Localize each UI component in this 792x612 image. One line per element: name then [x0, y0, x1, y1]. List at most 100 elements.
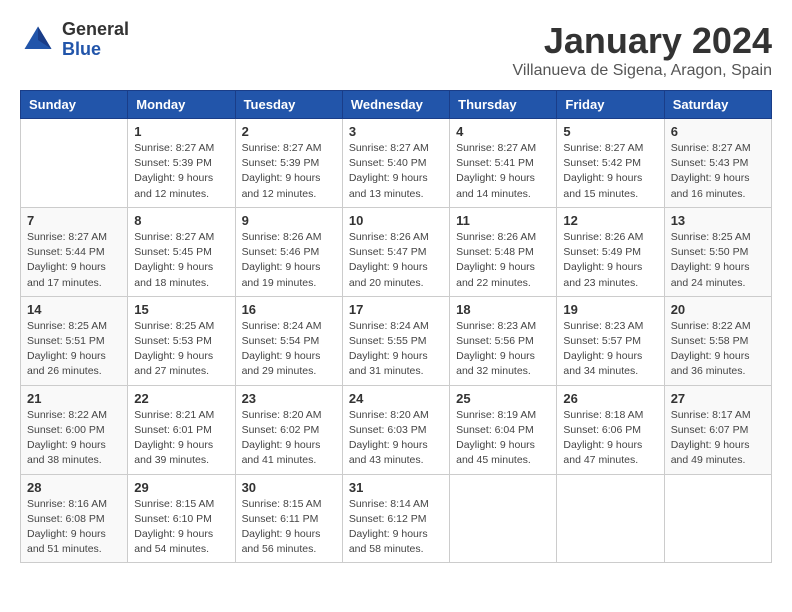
calendar-cell-w1-d4: 3 Sunrise: 8:27 AMSunset: 5:40 PMDaylight…: [342, 119, 449, 208]
day-number: 18: [456, 302, 550, 317]
logo-blue-text: Blue: [62, 40, 129, 60]
day-number: 31: [349, 480, 443, 495]
day-info: Sunrise: 8:23 AMSunset: 5:56 PMDaylight:…: [456, 319, 550, 380]
day-number: 15: [134, 302, 228, 317]
day-info: Sunrise: 8:27 AMSunset: 5:43 PMDaylight:…: [671, 141, 765, 202]
day-number: 25: [456, 391, 550, 406]
calendar-cell-w5-d4: 31Sunrise: 8:14 AMSunset: 6:12 PMDayligh…: [342, 474, 449, 563]
day-info: Sunrise: 8:24 AMSunset: 5:54 PMDaylight:…: [242, 319, 336, 380]
calendar-cell-w1-d3: 2 Sunrise: 8:27 AMSunset: 5:39 PMDaylight…: [235, 119, 342, 208]
logo-text: General Blue: [62, 20, 129, 60]
day-info: Sunrise: 8:27 AMSunset: 5:44 PMDaylight:…: [27, 230, 121, 291]
calendar-cell-w2-d4: 10Sunrise: 8:26 AMSunset: 5:47 PMDayligh…: [342, 207, 449, 296]
calendar-cell-w1-d5: 4Sunrise: 8:27 AMSunset: 5:41 PMDaylight…: [450, 119, 557, 208]
header-wednesday: Wednesday: [342, 91, 449, 119]
day-info: Sunrise: 8:21 AMSunset: 6:01 PMDaylight:…: [134, 408, 228, 469]
day-number: 1: [134, 124, 228, 139]
day-info: Sunrise: 8:18 AMSunset: 6:06 PMDaylight:…: [563, 408, 657, 469]
day-info: Sunrise: 8:27 AMSunset: 5:39 PMDaylight:…: [134, 141, 228, 202]
day-info: Sunrise: 8:20 AMSunset: 6:03 PMDaylight:…: [349, 408, 443, 469]
day-info: Sunrise: 8:27 AMSunset: 5:39 PMDaylight:…: [242, 141, 336, 202]
day-number: 16: [242, 302, 336, 317]
day-number: 26: [563, 391, 657, 406]
day-number: 10: [349, 213, 443, 228]
calendar-cell-w3-d5: 18 Sunrise: 8:23 AMSunset: 5:56 PMDayligh…: [450, 296, 557, 385]
calendar-cell-w3-d2: 15 Sunrise: 8:25 AMSunset: 5:53 PMDayligh…: [128, 296, 235, 385]
day-info: Sunrise: 8:27 AMSunset: 5:42 PMDaylight:…: [563, 141, 657, 202]
header-friday: Friday: [557, 91, 664, 119]
day-number: 19: [563, 302, 657, 317]
day-info: Sunrise: 8:24 AMSunset: 5:55 PMDaylight:…: [349, 319, 443, 380]
weekday-header-row: Sunday Monday Tuesday Wednesday Thursday…: [21, 91, 772, 119]
day-number: 28: [27, 480, 121, 495]
calendar-cell-w4-d6: 26 Sunrise: 8:18 AMSunset: 6:06 PMDayligh…: [557, 385, 664, 474]
calendar-cell-w4-d7: 27 Sunrise: 8:17 AMSunset: 6:07 PMDayligh…: [664, 385, 771, 474]
day-info: Sunrise: 8:22 AMSunset: 5:58 PMDaylight:…: [671, 319, 765, 380]
calendar-cell-w1-d7: 6 Sunrise: 8:27 AMSunset: 5:43 PMDaylight…: [664, 119, 771, 208]
calendar-cell-w4-d1: 21Sunrise: 8:22 AMSunset: 6:00 PMDayligh…: [21, 385, 128, 474]
calendar-cell-w2-d5: 11 Sunrise: 8:26 AMSunset: 5:48 PMDayligh…: [450, 207, 557, 296]
day-info: Sunrise: 8:20 AMSunset: 6:02 PMDaylight:…: [242, 408, 336, 469]
day-number: 8: [134, 213, 228, 228]
day-number: 2: [242, 124, 336, 139]
day-number: 3: [349, 124, 443, 139]
header: General Blue January 2024 Villanueva de …: [20, 20, 772, 80]
calendar-cell-w3-d4: 17 Sunrise: 8:24 AMSunset: 5:55 PMDayligh…: [342, 296, 449, 385]
day-info: Sunrise: 8:27 AMSunset: 5:40 PMDaylight:…: [349, 141, 443, 202]
day-info: Sunrise: 8:17 AMSunset: 6:07 PMDaylight:…: [671, 408, 765, 469]
day-number: 27: [671, 391, 765, 406]
day-number: 23: [242, 391, 336, 406]
day-info: Sunrise: 8:25 AMSunset: 5:50 PMDaylight:…: [671, 230, 765, 291]
day-number: 9: [242, 213, 336, 228]
calendar-cell-w4-d5: 25 Sunrise: 8:19 AMSunset: 6:04 PMDayligh…: [450, 385, 557, 474]
calendar-cell-w5-d5: [450, 474, 557, 563]
calendar-cell-w1-d2: 1 Sunrise: 8:27 AMSunset: 5:39 PMDaylight…: [128, 119, 235, 208]
day-info: Sunrise: 8:19 AMSunset: 6:04 PMDaylight:…: [456, 408, 550, 469]
day-number: 11: [456, 213, 550, 228]
calendar-cell-w4-d4: 24 Sunrise: 8:20 AMSunset: 6:03 PMDayligh…: [342, 385, 449, 474]
calendar-cell-w2-d6: 12 Sunrise: 8:26 AMSunset: 5:49 PMDayligh…: [557, 207, 664, 296]
day-info: Sunrise: 8:26 AMSunset: 5:48 PMDaylight:…: [456, 230, 550, 291]
logo: General Blue: [20, 20, 129, 60]
header-saturday: Saturday: [664, 91, 771, 119]
calendar-cell-w3-d6: 19 Sunrise: 8:23 AMSunset: 5:57 PMDayligh…: [557, 296, 664, 385]
day-number: 17: [349, 302, 443, 317]
day-info: Sunrise: 8:23 AMSunset: 5:57 PMDaylight:…: [563, 319, 657, 380]
day-info: Sunrise: 8:26 AMSunset: 5:49 PMDaylight:…: [563, 230, 657, 291]
header-thursday: Thursday: [450, 91, 557, 119]
day-info: Sunrise: 8:26 AMSunset: 5:46 PMDaylight:…: [242, 230, 336, 291]
calendar-cell-w2-d3: 9 Sunrise: 8:26 AMSunset: 5:46 PMDaylight…: [235, 207, 342, 296]
calendar-cell-w5-d7: [664, 474, 771, 563]
calendar-cell-w3-d1: 14 Sunrise: 8:25 AMSunset: 5:51 PMDayligh…: [21, 296, 128, 385]
day-number: 13: [671, 213, 765, 228]
day-info: Sunrise: 8:15 AMSunset: 6:10 PMDaylight:…: [134, 497, 228, 558]
day-number: 21: [27, 391, 121, 406]
week-row-5: 28 Sunrise: 8:16 AMSunset: 6:08 PMDayligh…: [21, 474, 772, 563]
day-number: 6: [671, 124, 765, 139]
day-number: 22: [134, 391, 228, 406]
day-info: Sunrise: 8:27 AMSunset: 5:45 PMDaylight:…: [134, 230, 228, 291]
week-row-3: 14 Sunrise: 8:25 AMSunset: 5:51 PMDayligh…: [21, 296, 772, 385]
day-info: Sunrise: 8:25 AMSunset: 5:53 PMDaylight:…: [134, 319, 228, 380]
day-number: 30: [242, 480, 336, 495]
day-number: 14: [27, 302, 121, 317]
calendar-cell-w4-d2: 22 Sunrise: 8:21 AMSunset: 6:01 PMDayligh…: [128, 385, 235, 474]
calendar-cell-w2-d2: 8 Sunrise: 8:27 AMSunset: 5:45 PMDaylight…: [128, 207, 235, 296]
location-subtitle: Villanueva de Sigena, Aragon, Spain: [513, 62, 772, 80]
day-number: 24: [349, 391, 443, 406]
day-number: 29: [134, 480, 228, 495]
week-row-2: 7Sunrise: 8:27 AMSunset: 5:44 PMDaylight…: [21, 207, 772, 296]
header-sunday: Sunday: [21, 91, 128, 119]
calendar-cell-w3-d7: 20Sunrise: 8:22 AMSunset: 5:58 PMDayligh…: [664, 296, 771, 385]
calendar-cell-w5-d2: 29 Sunrise: 8:15 AMSunset: 6:10 PMDayligh…: [128, 474, 235, 563]
calendar-cell-w5-d3: 30 Sunrise: 8:15 AMSunset: 6:11 PMDayligh…: [235, 474, 342, 563]
calendar-cell-w1-d1: [21, 119, 128, 208]
day-info: Sunrise: 8:16 AMSunset: 6:08 PMDaylight:…: [27, 497, 121, 558]
day-info: Sunrise: 8:15 AMSunset: 6:11 PMDaylight:…: [242, 497, 336, 558]
header-tuesday: Tuesday: [235, 91, 342, 119]
day-info: Sunrise: 8:25 AMSunset: 5:51 PMDaylight:…: [27, 319, 121, 380]
day-number: 12: [563, 213, 657, 228]
calendar-cell-w2-d7: 13 Sunrise: 8:25 AMSunset: 5:50 PMDayligh…: [664, 207, 771, 296]
week-row-4: 21Sunrise: 8:22 AMSunset: 6:00 PMDayligh…: [21, 385, 772, 474]
calendar-cell-w5-d1: 28 Sunrise: 8:16 AMSunset: 6:08 PMDayligh…: [21, 474, 128, 563]
